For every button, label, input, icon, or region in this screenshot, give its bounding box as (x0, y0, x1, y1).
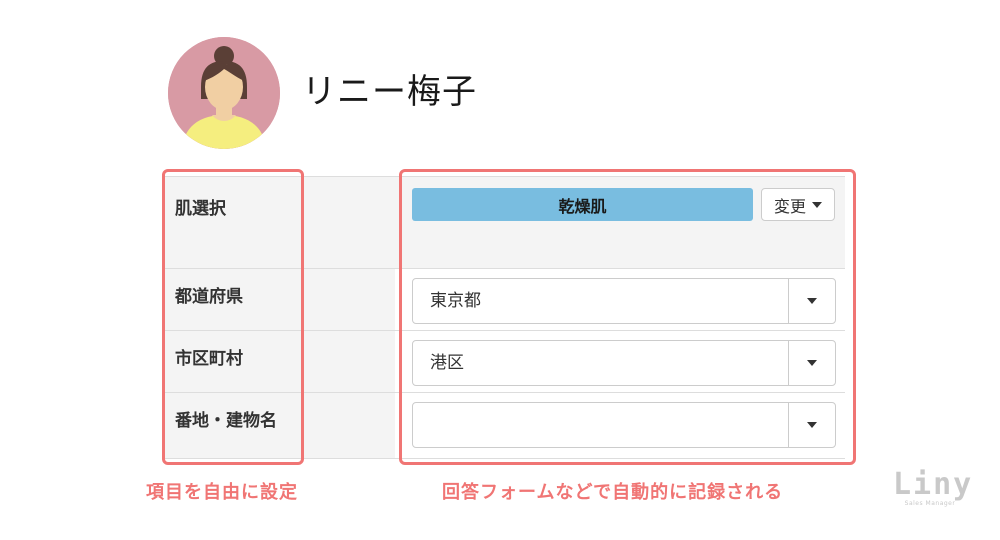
woman-avatar-icon (168, 37, 280, 149)
highlight-box-values (399, 169, 856, 465)
user-name: リニー梅子 (302, 72, 477, 112)
highlight-box-labels (162, 169, 304, 465)
logo-wordmark: Liny (893, 467, 974, 502)
avatar (168, 37, 280, 149)
liny-logo: Liny Sales Manager (893, 467, 974, 508)
caption-auto-recorded: 回答フォームなどで自動的に記録される (442, 482, 784, 503)
caption-custom-fields: 項目を自由に設定 (146, 482, 298, 503)
